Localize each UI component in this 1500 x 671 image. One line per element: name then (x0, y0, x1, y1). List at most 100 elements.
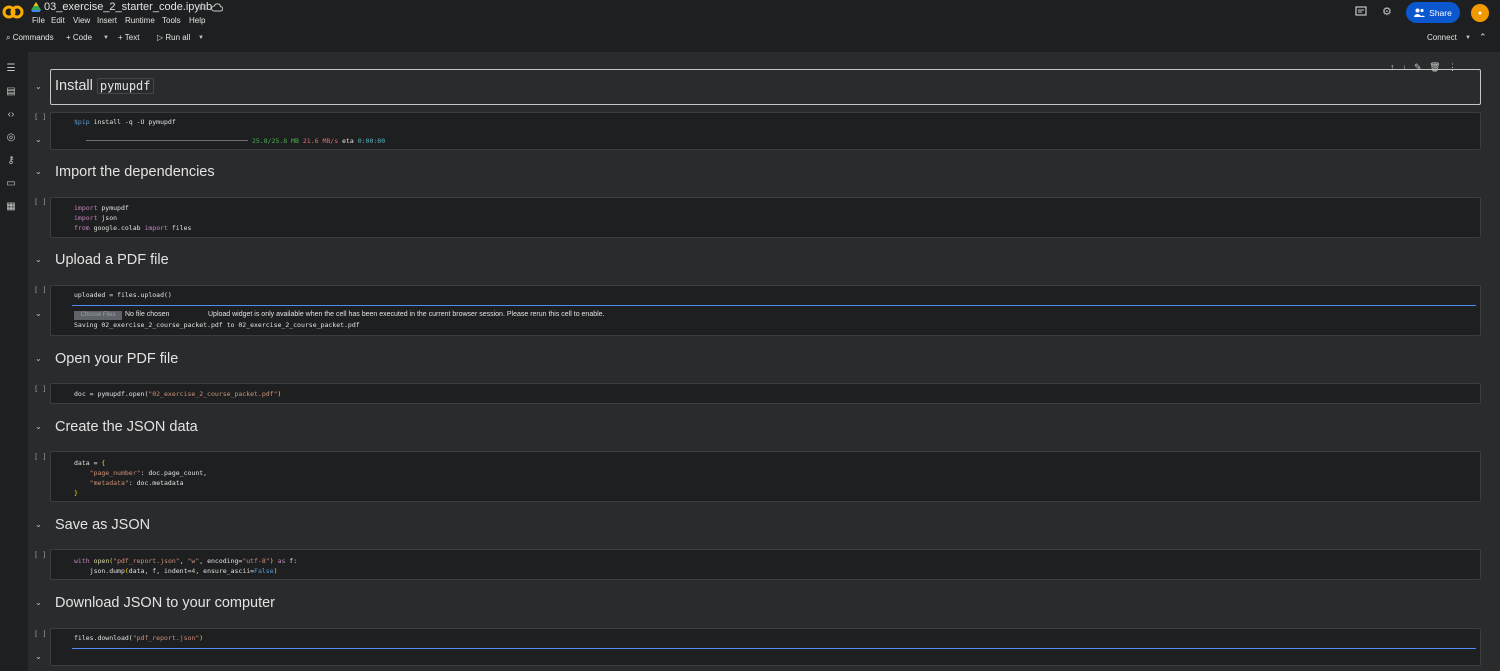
section-collapse-chevron-icon[interactable]: ⌄ (35, 255, 42, 264)
drive-icon (31, 2, 41, 12)
menu-help[interactable]: Help (189, 16, 205, 25)
progress-size: 25.8/25.8 MB (252, 137, 299, 145)
terminal-table-icon[interactable]: ▦ (5, 201, 17, 213)
share-label: Share (1429, 7, 1452, 18)
variables-icon[interactable]: ◎ (5, 132, 17, 144)
menu-insert[interactable]: Insert (97, 16, 117, 25)
open-filename: "02_exercise_2_course_packet.pdf" (148, 390, 278, 398)
collapse-header-icon[interactable]: ⌃ (1479, 32, 1487, 43)
run-cell-bracket[interactable]: [ ] (34, 385, 47, 393)
toolbar (0, 30, 1500, 49)
cloud-saved-icon[interactable] (211, 2, 223, 12)
output-collapse-chevron-icon[interactable]: ⌄ (35, 135, 42, 144)
run-cell-bracket[interactable]: [ ] (34, 453, 47, 461)
menu-runtime[interactable]: Runtime (125, 16, 155, 25)
output-collapse-chevron-icon[interactable]: ⌄ (35, 652, 42, 661)
move-down-icon[interactable]: ↓ (1402, 62, 1407, 72)
section-heading-upload: Upload a PDF file (55, 252, 169, 268)
section-heading-import: Import the dependencies (55, 164, 215, 180)
move-up-icon[interactable]: ↑ (1390, 62, 1395, 72)
code-save-json: with open("pdf_report.json", "w", encodi… (74, 557, 298, 575)
section-heading-install: Install pymupdf (55, 78, 154, 94)
output-collapse-chevron-icon[interactable]: ⌄ (35, 309, 42, 318)
code-create-data: data = { "page_number": doc.page_count, … (74, 459, 208, 497)
section-collapse-chevron-icon[interactable]: ⌄ (35, 520, 42, 529)
share-button[interactable]: Share (1406, 2, 1460, 23)
connect-button[interactable]: Connect (1427, 33, 1457, 42)
code-pip-install: $pip install -q -U pymupdf (74, 118, 176, 126)
code-label: Code (72, 33, 93, 42)
text-cell-install[interactable] (50, 69, 1481, 105)
commands-label: Commands (12, 33, 54, 42)
download-progress-bar (86, 140, 248, 141)
run-all-label: Run all (165, 33, 191, 42)
cell-toolbar: ↑ ↓ ✎ 🗑 ⋮ (1390, 62, 1457, 73)
run-cell-bracket[interactable]: [ ] (34, 630, 47, 638)
code-snippets-icon[interactable]: ‹› (5, 109, 17, 121)
menu-tools[interactable]: Tools (162, 16, 181, 25)
secrets-key-icon[interactable]: ⚷ (5, 155, 17, 167)
menu-view[interactable]: View (73, 16, 90, 25)
notebook-title[interactable]: 03_exercise_2_starter_code.ipynb (44, 1, 212, 13)
section-collapse-chevron-icon[interactable]: ⌄ (35, 167, 42, 176)
cell-focus-line (72, 648, 1476, 649)
code-open: doc = pymupdf.open("02_exercise_2_course… (74, 390, 282, 398)
files-folder-icon[interactable]: ▭ (5, 178, 17, 190)
code-cell-download[interactable] (50, 628, 1481, 666)
section-collapse-chevron-icon[interactable]: ⌄ (35, 82, 42, 91)
section-collapse-chevron-icon[interactable]: ⌄ (35, 598, 42, 607)
people-icon (1414, 8, 1426, 17)
section-collapse-chevron-icon[interactable]: ⌄ (35, 422, 42, 431)
code-upload: uploaded = files.upload() (74, 291, 172, 299)
code-download: files.download("pdf_report.json") (74, 634, 204, 642)
run-cell-bracket[interactable]: [ ] (34, 198, 47, 206)
star-icon[interactable]: ☆ (197, 0, 207, 13)
pip-args: install -q -U pymupdf (89, 118, 176, 126)
text-label: Text (124, 33, 140, 42)
menu-file[interactable]: File (32, 16, 45, 25)
run-all-caret-icon[interactable]: ▼ (198, 35, 204, 41)
section-heading-download: Download JSON to your computer (55, 595, 276, 611)
colab-logo-icon[interactable] (2, 3, 24, 21)
left-sidebar (0, 52, 22, 671)
find-replace-icon[interactable]: ▤ (5, 86, 17, 98)
header: 03_exercise_2_starter_code.ipynb ☆ File … (0, 0, 1500, 30)
run-all-button[interactable]: ▷ Run all (157, 33, 190, 42)
no-file-text: No file chosen (125, 311, 170, 318)
run-cell-bracket[interactable]: [ ] (34, 551, 47, 559)
commands-button[interactable]: ⌕ Commands (6, 33, 54, 43)
code-cell-import[interactable] (50, 197, 1481, 238)
heading-text: Install (55, 78, 93, 94)
pip-progress-output: 25.8/25.8 MB 21.6 MB/s eta 0:00:00 (252, 137, 385, 145)
eta-label: eta (342, 137, 354, 145)
section-heading-create: Create the JSON data (55, 419, 198, 435)
code-dropdown-caret-icon[interactable]: ▼ (103, 35, 109, 41)
upload-notice: Upload widget is only available when the… (208, 311, 605, 318)
download-filename: "pdf_report.json" (132, 634, 200, 642)
delete-icon[interactable]: 🗑 (1429, 62, 1440, 72)
section-heading-open: Open your PDF file (55, 351, 179, 367)
run-cell-bracket[interactable]: [ ] (34, 113, 47, 121)
edit-pencil-icon[interactable]: ✎ (1414, 62, 1422, 72)
download-call: files.download( (74, 634, 133, 642)
settings-gear-icon[interactable]: ⚙ (1382, 5, 1392, 18)
pip-magic: $pip (74, 118, 90, 126)
eta-value: 0:00:00 (357, 137, 386, 145)
run-cell-bracket[interactable]: [ ] (34, 286, 47, 294)
table-of-contents-icon[interactable]: ☰ (5, 63, 17, 75)
cell-focus-line (72, 305, 1476, 306)
heading-code: pymupdf (96, 78, 154, 94)
more-options-icon[interactable]: ⋮ (1448, 62, 1457, 72)
open-call: doc = pymupdf.open( (74, 390, 149, 398)
connect-caret-icon[interactable]: ▼ (1465, 35, 1471, 41)
code-cell-create[interactable] (50, 451, 1481, 502)
progress-speed: 21.6 MB/s (302, 137, 339, 145)
add-text-button[interactable]: + Text (118, 33, 139, 42)
avatar[interactable]: ● (1471, 4, 1489, 22)
saving-output: Saving 02_exercise_2_course_packet.pdf t… (74, 321, 360, 329)
section-collapse-chevron-icon[interactable]: ⌄ (35, 354, 42, 363)
comment-icon[interactable] (1355, 6, 1367, 18)
menu-edit[interactable]: Edit (51, 16, 65, 25)
add-code-button[interactable]: + Code (66, 33, 92, 42)
choose-files-button[interactable]: Choose Files (74, 311, 122, 320)
